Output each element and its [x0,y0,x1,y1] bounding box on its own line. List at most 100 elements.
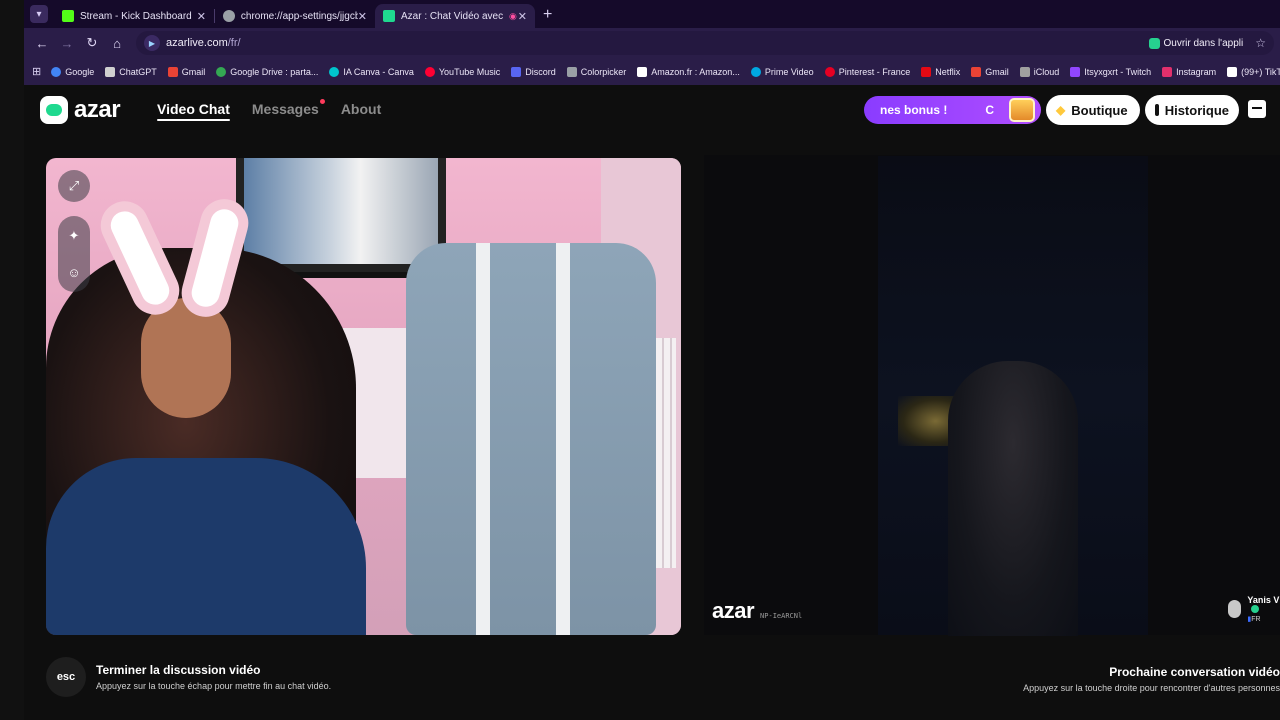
bookmark-label: Netflix [935,66,961,77]
treasure-chest-icon [1009,98,1035,122]
end-chat-title: Terminer la discussion vidéo [96,663,261,677]
tab-azar[interactable]: Azar : Chat Vidéo avec de ◉ ✕ [375,4,535,28]
historique-button[interactable]: Historique [1145,95,1239,125]
app-header: azar Video Chat Messages About nes bonus… [24,85,1280,135]
local-user-face [141,298,231,418]
bookmark-label: ChatGPT [119,66,157,77]
forward-icon[interactable]: → [55,31,79,55]
bookmark-label: Google Drive : parta... [230,66,319,77]
bookmark-item[interactable]: Instagram [1162,66,1216,77]
canva-icon [329,66,340,77]
bookmarks-bar: ⊞ Google ChatGPT Gmail Google Drive : pa… [24,58,1280,85]
open-in-app-button[interactable]: Ouvrir dans l'appli [1148,37,1243,49]
close-icon[interactable]: ✕ [358,10,367,23]
boutique-button[interactable]: ◆ Boutique [1046,95,1140,125]
next-chat-sub: Appuyez sur la touche droite pour rencon… [1023,683,1280,693]
azar-watermark: azar NP-IeARCNl [712,598,802,624]
apps-grid-icon[interactable]: ⊞ [32,65,41,78]
google-drive-icon [216,66,227,77]
bookmark-item[interactable]: Netflix [921,66,961,77]
bookmark-item[interactable]: Google [51,66,94,77]
nav-about[interactable]: About [341,101,381,117]
nav-video-chat[interactable]: Video Chat [157,101,230,121]
bookmark-label: Itsyxgxrt - Twitch [1084,66,1152,77]
app-icon [1148,37,1160,49]
historique-label: Historique [1164,102,1229,118]
toolbar: ← → ↻ ⌂ ▶ azarlive.com /fr/ Ouvrir dans … [24,28,1280,58]
bookmark-item[interactable]: Pinterest - France [824,66,911,77]
clock-icon [1155,104,1159,116]
back-icon[interactable]: ← [30,31,54,55]
tab-search-icon[interactable]: ▾ [30,5,48,23]
azar-icon [383,10,395,22]
chatgpt-icon [105,66,116,77]
bookmark-label: IA Canva - Canva [343,66,414,77]
new-tab-icon[interactable]: + [543,6,552,24]
local-user-hoodie [46,458,366,635]
bookmark-item[interactable]: Amazon.fr : Amazon... [637,66,740,77]
bookmark-label: Amazon.fr : Amazon... [651,66,740,77]
azar-logo[interactable]: azar [40,96,121,124]
gaming-chair [406,243,656,635]
bookmark-item[interactable]: Itsyxgxrt - Twitch [1070,66,1152,77]
bookmark-item[interactable]: Google Drive : parta... [216,66,319,77]
remote-user [948,361,1078,636]
pinterest-icon [824,66,835,77]
home-icon[interactable]: ⌂ [105,31,129,55]
bookmark-item[interactable]: Gmail [167,66,206,77]
browser-chrome: ▾ Stream - Kick Dashboard ✕ chrome://app… [24,0,1280,85]
tab-title: Stream - Kick Dashboard [80,10,192,22]
bookmark-label: Pinterest - France [838,66,911,77]
expand-icon[interactable]: ⤢ [58,170,90,202]
address-bar[interactable]: ▶ azarlive.com /fr/ Ouvrir dans l'appli … [136,31,1274,55]
url-host: azarlive.com [166,37,228,49]
bookmark-item[interactable]: IA Canva - Canva [329,66,414,77]
google-icon [51,66,62,77]
close-icon[interactable]: ✕ [197,10,206,23]
tab-title: chrome://app-settings/jjgcbflig [240,10,358,22]
main-nav: Video Chat Messages About [157,99,381,121]
tab-app-settings[interactable]: chrome://app-settings/jjgcbflig ✕ [215,4,375,28]
sticker-face-icon[interactable]: ☺ [58,256,90,288]
esc-key-button[interactable]: esc [46,657,86,697]
azar-app: azar Video Chat Messages About nes bonus… [24,85,1280,720]
remote-user-badge[interactable]: Yanis V ▮FR [1228,595,1280,623]
prime-video-icon [750,66,761,77]
tiktok-icon [1227,66,1238,77]
verified-icon [1251,605,1260,613]
reload-icon[interactable]: ↻ [80,31,104,55]
bookmark-label: Discord [525,66,556,77]
bookmark-star-icon[interactable]: ☆ [1255,36,1266,50]
close-icon[interactable]: ✕ [518,10,527,23]
bookmark-item[interactable]: Prime Video [750,66,814,77]
site-info-icon[interactable]: ▶ [144,35,160,51]
bookmark-item[interactable]: ChatGPT [105,66,157,77]
bookmark-item[interactable]: Gmail [971,66,1009,77]
bookmark-label: YouTube Music [438,66,501,77]
notification-dot [319,99,325,104]
end-chat-hint: esc Terminer la discussion vidéo Appuyez… [46,657,331,697]
bookmark-item[interactable]: Colorpicker [566,66,627,77]
end-chat-sub: Appuyez sur la touche échap pour mettre … [96,681,332,691]
instagram-icon [1162,66,1173,77]
magic-wand-icon[interactable]: ✦ [58,220,90,252]
bookmark-item[interactable]: iCloud [1019,66,1059,77]
next-chat-hint: Prochaine conversation vidéo Appuyez sur… [1023,665,1280,693]
youtube-music-icon [424,66,435,77]
gmail-icon [971,66,982,77]
bonus-text: nes bonus ! [880,103,948,117]
inbox-icon[interactable] [1248,100,1266,118]
next-chat-title: Prochaine conversation vidéo [1109,665,1280,679]
logo-text: azar [74,96,121,123]
diamond-icon: ◆ [1056,103,1066,117]
bookmark-label: Colorpicker [580,66,627,77]
twitch-icon [1070,66,1081,77]
bookmark-label: Gmail [181,66,206,77]
nav-messages[interactable]: Messages [251,99,325,117]
bookmark-item[interactable]: YouTube Music [424,66,501,77]
bookmark-item[interactable]: (99+) TikTok - Ma [1227,66,1280,77]
bookmark-item[interactable]: Discord [511,66,556,77]
bonus-banner[interactable]: nes bonus ! C [864,96,1041,124]
nav-messages-label: Messages [251,101,319,117]
tab-kick[interactable]: Stream - Kick Dashboard ✕ [54,4,214,28]
